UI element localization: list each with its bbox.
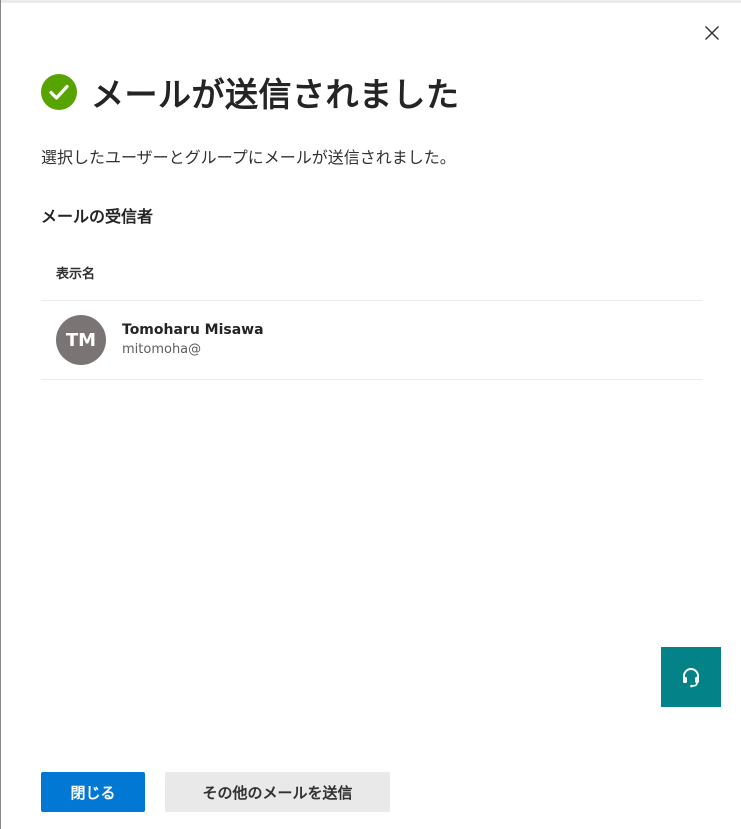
page-title: メールが送信されました — [91, 75, 460, 114]
list-item[interactable]: TM Tomoharu Misawa mitomoha@ — [41, 301, 702, 380]
close-icon — [705, 26, 719, 40]
recipient-name: Tomoharu Misawa — [122, 322, 264, 338]
headset-icon — [683, 668, 699, 688]
recipient-email: mitomoha@ — [122, 342, 202, 357]
check-circle-icon — [41, 74, 77, 110]
close-dialog-button[interactable]: 閉じる — [41, 772, 145, 812]
recipient-details: Tomoharu Misawa mitomoha@ — [122, 320, 264, 360]
email-sent-panel: メールが送信されました 選択したユーザーとグループにメールが送信されました。 メ… — [0, 0, 741, 829]
recipients-list: 表示名 TM Tomoharu Misawa mitomoha@ — [41, 244, 702, 380]
recipients-heading: メールの受信者 — [41, 207, 154, 226]
avatar: TM — [56, 315, 106, 365]
column-header-display-name[interactable]: 表示名 — [41, 244, 702, 301]
title-row: メールが送信されました — [41, 68, 460, 116]
help-button[interactable] — [661, 647, 721, 707]
send-more-email-button[interactable]: その他のメールを送信 — [165, 772, 390, 812]
confirmation-message: 選択したユーザーとグループにメールが送信されました。 — [41, 148, 456, 167]
panel-top-edge — [1, 0, 741, 3]
close-button[interactable] — [698, 19, 726, 47]
